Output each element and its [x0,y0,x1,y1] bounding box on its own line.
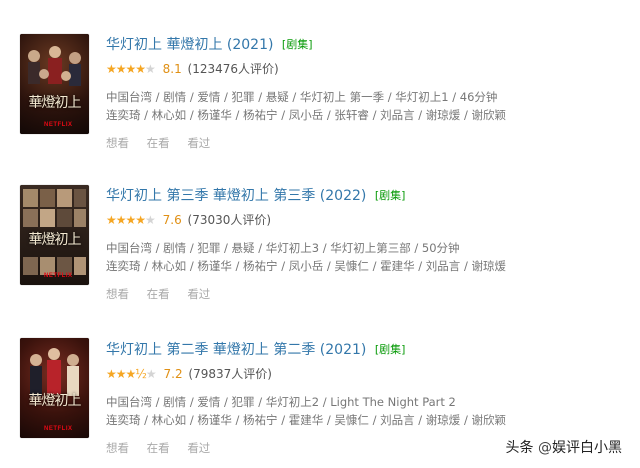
watched-button[interactable]: 看过 [187,441,210,455]
title-link[interactable]: 华灯初上 第二季 華燈初上 第二季 (2021) [106,342,366,358]
title-link[interactable]: 华灯初上 第三季 華燈初上 第三季 (2022) [106,188,366,204]
rating: ★★★★★ 7.6 (73030人评价) [106,212,271,228]
action-bar: 想看 在看 看过 [106,286,224,302]
netflix-logo: NETFLIX [44,426,73,432]
star-rating-icon: ★★★½★ [106,367,157,381]
rating: ★★★½★ 7.2 (79837人评价) [106,366,272,382]
watermark-at: @ [538,440,552,456]
want-to-watch-button[interactable]: 想看 [106,287,129,301]
rating-count: (73030人评价) [187,213,272,227]
want-to-watch-button[interactable]: 想看 [106,441,129,455]
watched-button[interactable]: 看过 [187,287,210,301]
meta-info: 中国台湾 / 剧情 / 犯罪 / 悬疑 / 华灯初上3 / 华灯初上第三部 / … [106,241,460,255]
watermark-prefix: 头条 [505,440,534,456]
rating-score: 7.2 [163,367,183,381]
poster-image[interactable]: 華燈初上 NETFLIX [20,185,89,285]
cast-info: 连奕琦 / 林心如 / 杨谨华 / 杨祐宁 / 霍建华 / 吴慷仁 / 刘品言 … [106,413,506,427]
action-bar: 想看 在看 看过 [106,440,224,456]
watching-button[interactable]: 在看 [147,287,170,301]
poster-title: 華燈初上 [28,232,82,248]
poster-title: 華燈初上 [28,393,82,409]
watermark: 头条 @娱评白小黑 [501,436,626,458]
watching-button[interactable]: 在看 [147,441,170,455]
star-rating-icon: ★★★★★ [106,213,156,227]
poster-figures [30,348,79,396]
netflix-logo: NETFLIX [44,273,73,279]
poster-image[interactable]: 華燈初上 NETFLIX [20,338,89,438]
rating-score: 7.6 [162,213,182,227]
result-item-3: 華燈初上 NETFLIX 华灯初上 第二季 華燈初上 第二季 (2021) [剧… [0,0,640,455]
rating-count: (79837人评价) [188,367,272,381]
cast-info: 连奕琦 / 林心如 / 杨谨华 / 杨祐宁 / 凤小岳 / 吴慷仁 / 霍建华 … [106,259,506,273]
watermark-name: 娱评白小黑 [552,440,622,456]
type-badge: [剧集] [374,343,406,356]
type-badge: [剧集] [374,189,406,202]
meta-info: 中国台湾 / 剧情 / 爱情 / 犯罪 / 华灯初上2 / Light The … [106,395,456,409]
